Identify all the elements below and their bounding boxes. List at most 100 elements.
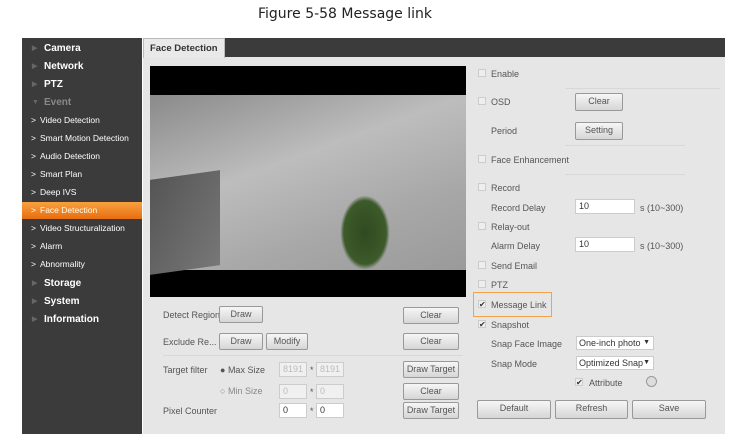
- chevron-right-icon: >: [31, 169, 36, 179]
- triangle-icon: ▶: [32, 63, 38, 70]
- chevron-right-icon: >: [31, 223, 36, 233]
- tab-face-detection[interactable]: Face Detection: [143, 38, 225, 58]
- nav-smart-motion-detection[interactable]: > Smart Motion Detection: [22, 130, 142, 147]
- face-enhancement-checkbox[interactable]: [478, 155, 486, 163]
- triangle-icon: ▶: [32, 81, 38, 88]
- nav-video-detection[interactable]: > Video Detection: [22, 112, 142, 129]
- triangle-icon: ▶: [32, 316, 38, 323]
- nav-smart-plan[interactable]: > Smart Plan: [22, 166, 142, 183]
- snapshot-checkbox[interactable]: ✔: [478, 320, 486, 329]
- exclude-region-modify-button[interactable]: Modify: [266, 333, 308, 350]
- chevron-right-icon: >: [31, 133, 36, 143]
- snap-face-image-select[interactable]: One-inch photo ▼: [576, 336, 654, 350]
- message-link-checkbox[interactable]: ✔: [478, 300, 486, 309]
- exclude-region-label: Exclude Re...: [163, 337, 217, 347]
- min-size-label: Min Size: [227, 386, 263, 396]
- detect-region-label: Detect Region: [163, 310, 221, 320]
- send-email-checkbox[interactable]: [478, 261, 486, 269]
- nav-label: Alarm: [40, 241, 63, 251]
- enable-checkbox[interactable]: [478, 69, 486, 77]
- times-sign: *: [310, 406, 314, 416]
- enable-label: Enable: [491, 69, 520, 79]
- osd-label: OSD: [491, 97, 511, 107]
- record-checkbox[interactable]: [478, 183, 486, 191]
- face-enhancement-label: Face Enhancement: [491, 155, 570, 165]
- period-setting-button[interactable]: Setting: [575, 122, 623, 140]
- relay-out-label: Relay-out: [491, 222, 530, 232]
- times-sign: *: [310, 365, 314, 375]
- min-height-input[interactable]: 0: [316, 384, 344, 399]
- draw-target-button[interactable]: Draw Target: [403, 361, 459, 378]
- nav-abnormality[interactable]: > Abnormality: [22, 256, 142, 273]
- nav-ptz[interactable]: ▶ PTZ: [22, 76, 142, 93]
- nav-system[interactable]: ▶ System: [22, 293, 142, 310]
- nav-label: Camera: [44, 43, 81, 54]
- chevron-right-icon: >: [31, 259, 36, 269]
- info-icon[interactable]: [646, 376, 657, 387]
- tab-bar: [225, 38, 725, 57]
- chevron-right-icon: >: [31, 241, 36, 251]
- pixel-counter-height[interactable]: 0: [316, 403, 344, 418]
- snap-face-image-label: Snap Face Image: [491, 339, 563, 349]
- exclude-region-draw-button[interactable]: Draw: [219, 333, 263, 350]
- triangle-icon: ▶: [32, 45, 38, 52]
- record-label: Record: [491, 183, 521, 193]
- nav-label: Deep IVS: [40, 187, 77, 197]
- attribute-label: Attribute: [589, 378, 623, 388]
- message-link-label: Message Link: [491, 300, 547, 310]
- target-clear-button[interactable]: Clear: [403, 383, 459, 400]
- nav-label: Face Detection: [40, 205, 98, 215]
- nav-alarm[interactable]: > Alarm: [22, 238, 142, 255]
- ptz-checkbox[interactable]: [478, 280, 486, 288]
- exclude-region-clear-button[interactable]: Clear: [403, 333, 459, 350]
- osd-checkbox[interactable]: [478, 97, 486, 105]
- divider: [565, 88, 720, 89]
- divider: [565, 174, 685, 175]
- pixel-counter-draw-target-button[interactable]: Draw Target: [403, 402, 459, 419]
- camera-image: [150, 95, 466, 275]
- osd-clear-button[interactable]: Clear: [575, 93, 623, 111]
- detect-region-draw-button[interactable]: Draw: [219, 306, 263, 323]
- min-size-radio[interactable]: ○ Min Size: [220, 386, 262, 396]
- pixel-counter-label: Pixel Counter: [163, 406, 218, 416]
- nav-audio-detection[interactable]: > Audio Detection: [22, 148, 142, 165]
- nav-face-detection[interactable]: > Face Detection: [22, 202, 142, 219]
- min-width-input[interactable]: 0: [279, 384, 307, 399]
- nav-label: Network: [44, 61, 84, 72]
- save-button[interactable]: Save: [632, 400, 706, 419]
- scene-object: [150, 170, 220, 275]
- nav-camera[interactable]: ▶ Camera: [22, 40, 142, 57]
- nav-label: Smart Motion Detection: [40, 133, 129, 143]
- record-delay-input[interactable]: 10: [575, 199, 635, 214]
- send-email-label: Send Email: [491, 261, 538, 271]
- max-height-input[interactable]: 8191: [316, 362, 344, 377]
- nav-label: Video Detection: [40, 115, 100, 125]
- triangle-down-icon: ▼: [32, 99, 39, 106]
- attribute-checkbox[interactable]: ✔: [575, 378, 583, 387]
- default-button[interactable]: Default: [477, 400, 551, 419]
- nav-video-structuralization[interactable]: > Video Structuralization: [22, 220, 142, 237]
- relay-out-checkbox[interactable]: [478, 222, 486, 230]
- nav-deep-ivs[interactable]: > Deep IVS: [22, 184, 142, 201]
- max-size-radio[interactable]: ● Max Size: [220, 365, 265, 375]
- figure-caption: Figure 5-58 Message link: [258, 6, 432, 22]
- nav-event[interactable]: ▼ Event: [22, 94, 142, 111]
- record-delay-label: Record Delay: [491, 203, 546, 213]
- video-preview[interactable]: [150, 66, 466, 297]
- nav-information[interactable]: ▶ Information: [22, 311, 142, 328]
- nav-label: Audio Detection: [40, 151, 101, 161]
- nav-network[interactable]: ▶ Network: [22, 58, 142, 75]
- max-size-label: Max Size: [227, 365, 265, 375]
- sidebar: ▶ Camera ▶ Network ▶ PTZ ▼ Event > Video Dete…: [22, 38, 142, 434]
- refresh-button[interactable]: Refresh: [555, 400, 628, 419]
- alarm-delay-input[interactable]: 10: [575, 237, 635, 252]
- snap-mode-select[interactable]: Optimized Snap ▼: [576, 356, 654, 370]
- max-width-input[interactable]: 8191: [279, 362, 307, 377]
- snap-mode-label: Snap Mode: [491, 359, 538, 369]
- nav-label: PTZ: [44, 79, 63, 90]
- period-label: Period: [491, 126, 518, 136]
- pixel-counter-width[interactable]: 0: [279, 403, 307, 418]
- detect-region-clear-button[interactable]: Clear: [403, 307, 459, 324]
- dropdown-arrow-icon: ▼: [643, 359, 650, 366]
- nav-storage[interactable]: ▶ Storage: [22, 275, 142, 292]
